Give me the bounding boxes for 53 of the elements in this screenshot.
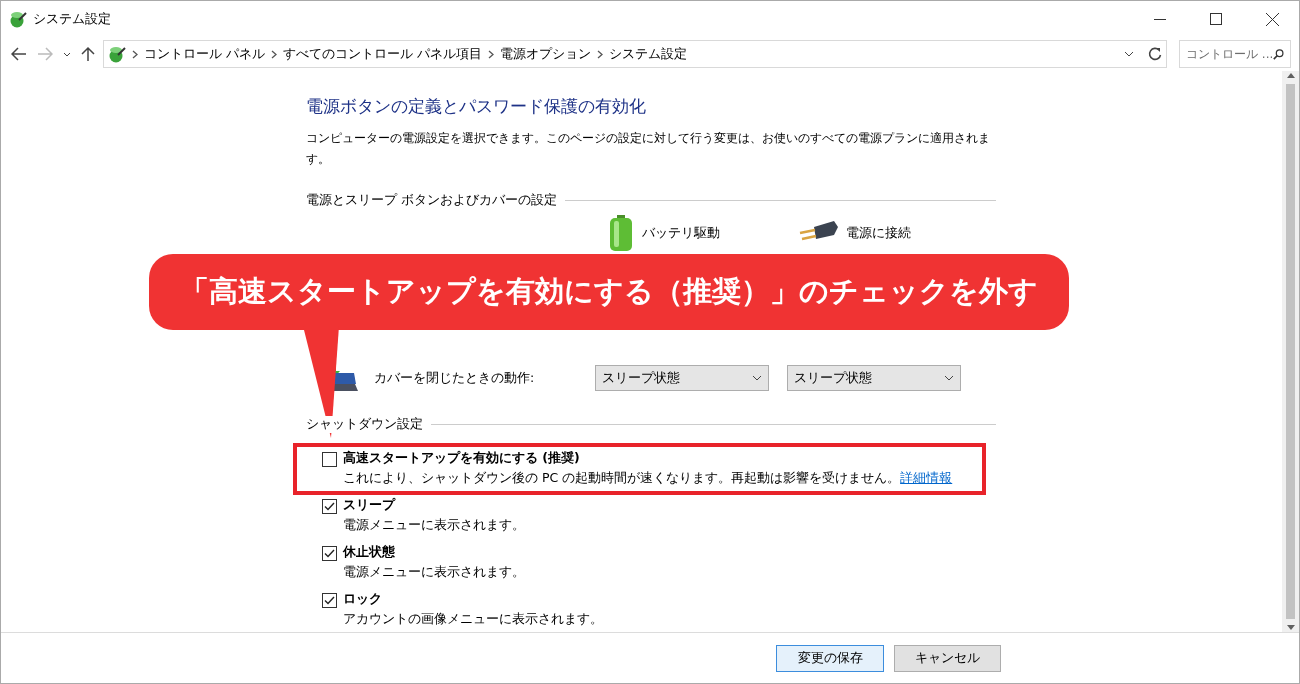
refresh-icon[interactable] [1148,47,1162,61]
page-description: コンピューターの電源設定を選択できます。このページの設定に対して行う変更は、お使いのすべての電源プランに適用されます。 [306,130,991,168]
battery-icon [608,215,634,251]
address-bar[interactable]: コントロール パネル すべてのコントロール パネル項目 電源オプション システム設定 [103,40,1167,68]
chevron-right-icon [271,49,277,59]
save-button[interactable]: 変更の保存 [776,644,884,672]
option-description: これにより、シャットダウン後の PC の起動時間が速くなります。再起動は影響を受けません。詳細情報 [343,470,953,487]
chevron-down-icon [944,375,954,381]
maximize-icon [1210,13,1222,25]
column-header: 電源に接続 [846,224,911,242]
chevron-right-icon [596,49,603,59]
option-label: スリープ [343,497,397,514]
back-button[interactable] [9,45,29,63]
details-link[interactable]: 詳細情報 [900,470,953,485]
checkbox[interactable] [322,499,337,514]
chevron-down-icon [63,51,71,57]
setting-label: カバーを閉じたときの動作: [374,369,536,387]
option-label: 高速スタートアップを有効にする (推奨) [343,450,581,467]
search-icon [1273,47,1284,61]
control-panel-icon [108,45,126,63]
control-panel-icon [9,10,27,28]
section-title: 電源とスリープ ボタンおよびカバーの設定 [306,192,557,209]
scrollbar[interactable] [1282,71,1299,632]
section-title: シャットダウン設定 [306,416,423,433]
search-field[interactable]: コントロール ... [1179,40,1291,68]
scroll-up-icon[interactable] [1286,73,1295,78]
dropdown[interactable]: スリープ状態 [787,365,961,391]
cancel-button[interactable]: キャンセル [894,644,1001,672]
breadcrumb-item[interactable]: すべてのコントロール パネル項目 [283,45,482,63]
option-label: ロック [343,591,383,608]
option-description: 電源メニューに表示されます。 [343,517,525,534]
option-description: 電源メニューに表示されます。 [343,564,525,581]
option-description: アカウントの画像メニューに表示されます。 [343,611,603,628]
checkbox[interactable] [322,593,337,608]
option-label: 休止状態 [343,544,396,561]
column-header: バッテリ駆動 [642,224,720,242]
breadcrumb-item[interactable]: コントロール パネル [144,45,265,63]
chevron-right-icon [487,49,494,59]
minimize-icon [1154,18,1166,20]
scroll-down-icon[interactable] [1286,625,1295,630]
checkbox[interactable] [322,546,337,561]
callout-banner: 「高速スタートアップを有効にする（推奨）」のチェックを外す [149,254,1069,330]
page-heading: 電源ボタンの定義とパスワード保護の有効化 [306,95,647,118]
window-title: システム設定 [33,10,112,28]
checkbox[interactable] [322,452,337,467]
chevron-down-icon [752,375,762,381]
chevron-right-icon [132,49,138,59]
dropdown[interactable]: スリープ状態 [595,365,769,391]
close-icon [1265,12,1279,26]
breadcrumb-item[interactable]: システム設定 [608,45,687,63]
up-button[interactable] [79,44,97,64]
chevron-down-icon [1124,51,1134,57]
breadcrumb-item[interactable]: 電源オプション [499,45,591,63]
